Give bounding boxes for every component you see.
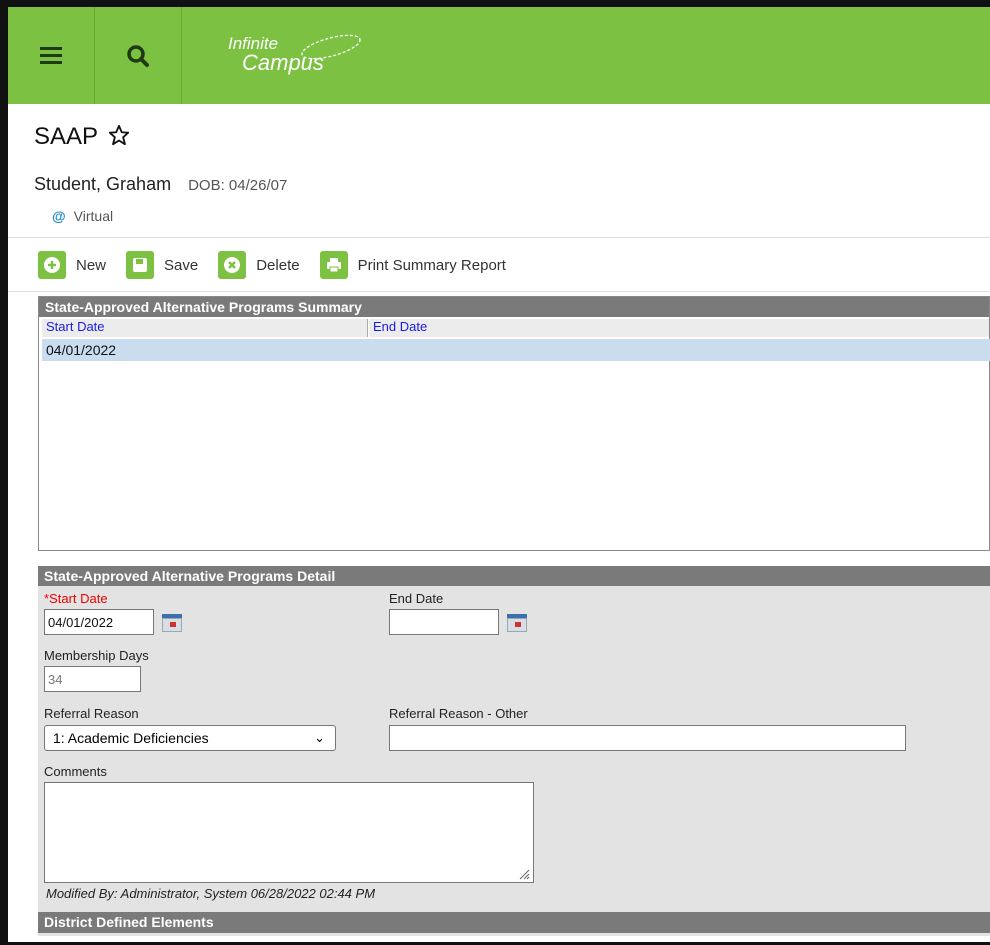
new-button[interactable]: New [38, 251, 106, 279]
column-header-start-date[interactable]: Start Date [42, 319, 368, 337]
save-icon [126, 251, 155, 279]
detail-panel-header: State-Approved Alternative Programs Deta… [38, 566, 990, 586]
end-date-input[interactable] [389, 609, 499, 635]
comments-textarea[interactable] [44, 782, 534, 883]
page-title: SAAP [34, 123, 130, 151]
save-button[interactable]: Save [126, 251, 198, 279]
new-label: New [76, 256, 107, 274]
top-bar: Infinite Campus [8, 7, 990, 104]
save-label: Save [164, 256, 199, 274]
summary-panel: State-Approved Alternative Programs Summ… [38, 296, 990, 551]
divider [8, 237, 990, 238]
referral-reason-label: Referral Reason [44, 706, 139, 721]
virtual-label: Virtual [73, 208, 114, 224]
summary-panel-header: State-Approved Alternative Programs Summ… [39, 297, 989, 317]
membership-days-input [44, 666, 141, 692]
logo-swirl-icon [301, 34, 361, 60]
delete-button[interactable]: Delete [218, 251, 300, 279]
modified-by-text: Modified By: Administrator, System 06/28… [46, 886, 376, 901]
infinite-campus-logo[interactable]: Infinite Campus [228, 34, 361, 74]
referral-reason-value: 1: Academic Deficiencies [53, 730, 209, 746]
student-header: Student, Graham DOB: 04/26/07 [34, 174, 287, 195]
action-toolbar: New Save Delete Print Summary Report [38, 250, 526, 280]
menu-button[interactable] [8, 7, 95, 104]
membership-days-label: Membership Days [44, 648, 149, 663]
page-title-text: SAAP [34, 123, 98, 150]
at-icon: @ [52, 208, 66, 224]
menu-icon [40, 43, 62, 68]
plus-icon [38, 251, 66, 279]
referral-reason-other-input[interactable] [389, 725, 906, 751]
detail-panel: State-Approved Alternative Programs Deta… [38, 566, 990, 936]
virtual-badge: @ Virtual [52, 208, 113, 224]
student-name: Student, Graham [34, 174, 172, 194]
resize-grip-icon[interactable] [518, 868, 530, 880]
row-start-date: 04/01/2022 [46, 342, 117, 358]
start-date-label: *Start Date [44, 591, 108, 606]
student-dob: DOB: 04/26/07 [188, 177, 288, 194]
comments-label: Comments [44, 764, 107, 779]
district-defined-elements-header[interactable]: District Defined Elements [38, 912, 990, 933]
calendar-icon[interactable] [162, 614, 182, 632]
table-row[interactable]: 04/01/2022 [42, 339, 990, 361]
column-header-end-date[interactable]: End Date [369, 319, 989, 337]
calendar-icon[interactable] [507, 614, 527, 632]
divider [8, 291, 990, 292]
chevron-down-icon: ⌄ [314, 730, 325, 745]
search-icon [127, 44, 149, 67]
star-icon[interactable] [108, 124, 130, 146]
delete-label: Delete [256, 256, 300, 274]
print-summary-report-button[interactable]: Print Summary Report [319, 251, 506, 279]
search-button[interactable] [95, 7, 182, 104]
referral-reason-other-label: Referral Reason - Other [389, 706, 528, 721]
delete-icon [218, 251, 247, 279]
referral-reason-select[interactable]: 1: Academic Deficiencies ⌄ [44, 725, 336, 751]
end-date-label: End Date [389, 591, 444, 606]
start-date-input[interactable] [44, 609, 154, 635]
print-icon [319, 251, 348, 279]
print-summary-report-label: Print Summary Report [357, 256, 506, 274]
